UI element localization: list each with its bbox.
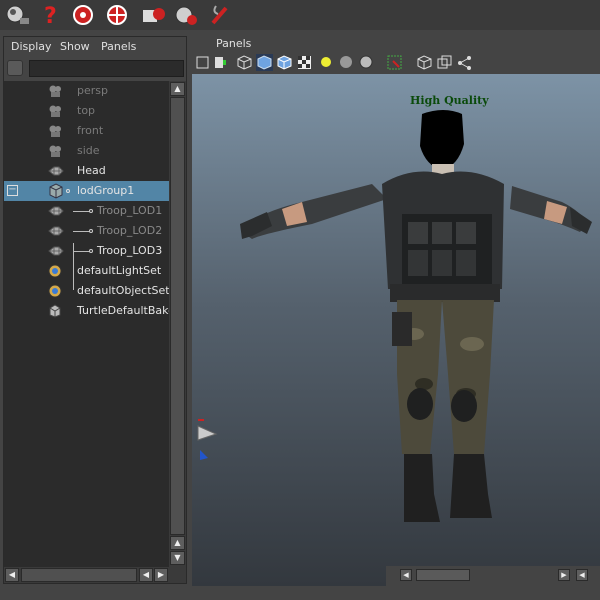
render-settings-icon[interactable] — [70, 2, 96, 28]
outliner-panel: Display Show Panels persp top front side… — [3, 36, 187, 584]
timeline-scroll-thumb[interactable] — [416, 569, 470, 581]
menu-panels[interactable]: Panels — [101, 40, 136, 53]
outliner-menubar: Display Show Panels — [4, 37, 186, 57]
status-line — [0, 586, 600, 600]
character-model[interactable] — [192, 74, 600, 586]
scroll-left-arrow-icon[interactable]: ◀ — [5, 568, 19, 582]
scroll-right-arrow-icon[interactable]: ▶ — [154, 568, 168, 582]
help-icon[interactable]: ? — [38, 2, 64, 29]
scroll-thumb[interactable] — [21, 568, 137, 582]
batch-render-icon[interactable] — [140, 2, 166, 28]
scroll-down-arrow-icon[interactable]: ▼ — [170, 551, 185, 565]
viewport-menubar: Panels — [190, 36, 600, 52]
outliner-item-side[interactable]: side — [4, 141, 169, 161]
tree-node-dot — [89, 209, 93, 213]
mesh-icon — [48, 164, 64, 178]
tree-connector — [73, 251, 90, 252]
scroll-right-arrow-icon[interactable]: ▶ — [558, 569, 570, 581]
xray-icon[interactable] — [386, 54, 403, 71]
camera-icon — [48, 124, 62, 138]
svg-text:?: ? — [44, 4, 57, 28]
outliner-item-turtle-bake-layer[interactable]: TurtleDefaultBakeLa — [4, 301, 169, 321]
outliner-item-troop-lod2[interactable]: Troop_LOD2 — [4, 221, 169, 241]
outliner-item-troop-lod3[interactable]: Troop_LOD3 — [4, 241, 169, 261]
scroll-left-arrow-icon[interactable]: ◀ — [139, 568, 153, 582]
mesh-icon — [48, 224, 64, 238]
scroll-up-arrow-icon[interactable]: ▲ — [170, 536, 185, 550]
render-icon[interactable] — [4, 2, 30, 28]
camera-attributes-icon[interactable] — [212, 54, 229, 71]
select-camera-icon[interactable] — [194, 54, 211, 71]
outliner-item-default-light-set[interactable]: defaultLightSet — [4, 261, 169, 281]
bake-layer-icon — [48, 304, 62, 318]
filter-icon[interactable] — [7, 60, 23, 76]
outliner-horizontal-scrollbar[interactable]: ◀ ◀ ▶ — [4, 567, 186, 583]
textured-icon[interactable] — [296, 54, 313, 71]
scroll-thumb[interactable] — [170, 97, 185, 535]
set-icon — [48, 284, 62, 298]
outliner-item-default-object-set[interactable]: defaultObjectSet — [4, 281, 169, 301]
outliner-item-head[interactable]: Head — [4, 161, 169, 181]
tree-node-dot — [66, 189, 70, 193]
outliner-item-troop-lod1[interactable]: Troop_LOD1 — [4, 201, 169, 221]
outliner-item-lodgroup1[interactable]: − lodGroup1 — [4, 181, 169, 201]
axis-gizmo-icon — [197, 419, 218, 460]
render-view-icon[interactable] — [172, 2, 198, 28]
scroll-up-arrow-icon[interactable]: ▲ — [170, 82, 185, 96]
smooth-shade-icon[interactable] — [256, 54, 273, 71]
use-all-lights-icon[interactable] — [318, 54, 335, 71]
scroll-left-arrow-icon[interactable]: ◀ — [576, 569, 588, 581]
collapse-toggle[interactable]: − — [7, 185, 18, 196]
outliner-list: persp top front side Head − lodGroup1 Tr… — [4, 81, 169, 567]
paint-brush-icon[interactable] — [208, 2, 234, 28]
lod-group-icon — [48, 183, 63, 199]
frame-all-icon[interactable] — [436, 54, 453, 71]
menu-display[interactable]: Display — [11, 40, 52, 53]
tree-node-dot — [89, 249, 93, 253]
outliner-search-input[interactable] — [29, 60, 184, 77]
outliner-vertical-scrollbar[interactable]: ▲ ▲ ▼ — [169, 81, 186, 567]
tree-connector — [73, 231, 90, 232]
share-icon[interactable] — [456, 54, 473, 71]
shelf-toolbar: ? — [0, 0, 600, 30]
viewport-3d[interactable]: High Quality — [192, 74, 600, 586]
camera-icon — [48, 84, 62, 98]
isolate-select-icon[interactable] — [416, 54, 433, 71]
wireframe-on-shaded-icon[interactable] — [276, 54, 293, 71]
wireframe-icon[interactable] — [236, 54, 253, 71]
outliner-search-row — [4, 57, 186, 81]
outliner-item-top[interactable]: top — [4, 101, 169, 121]
outliner-item-front[interactable]: front — [4, 121, 169, 141]
ipr-render-icon[interactable] — [104, 2, 130, 28]
tree-node-dot — [89, 229, 93, 233]
timeline-strip: ◀ ▶ ◀ — [386, 566, 600, 586]
menu-show[interactable]: Show — [60, 40, 90, 53]
tree-connector — [73, 211, 90, 212]
camera-icon — [48, 104, 62, 118]
viewport-toolbar — [190, 52, 600, 74]
mesh-icon — [48, 244, 64, 258]
outliner-item-persp[interactable]: persp — [4, 81, 169, 101]
mesh-icon — [48, 204, 64, 218]
set-icon — [48, 264, 62, 278]
scroll-left-arrow-icon[interactable]: ◀ — [400, 569, 412, 581]
high-quality-icon[interactable] — [358, 54, 375, 71]
menu-panels-viewport[interactable]: Panels — [216, 37, 251, 50]
camera-icon — [48, 144, 62, 158]
shadows-icon[interactable] — [338, 54, 355, 71]
